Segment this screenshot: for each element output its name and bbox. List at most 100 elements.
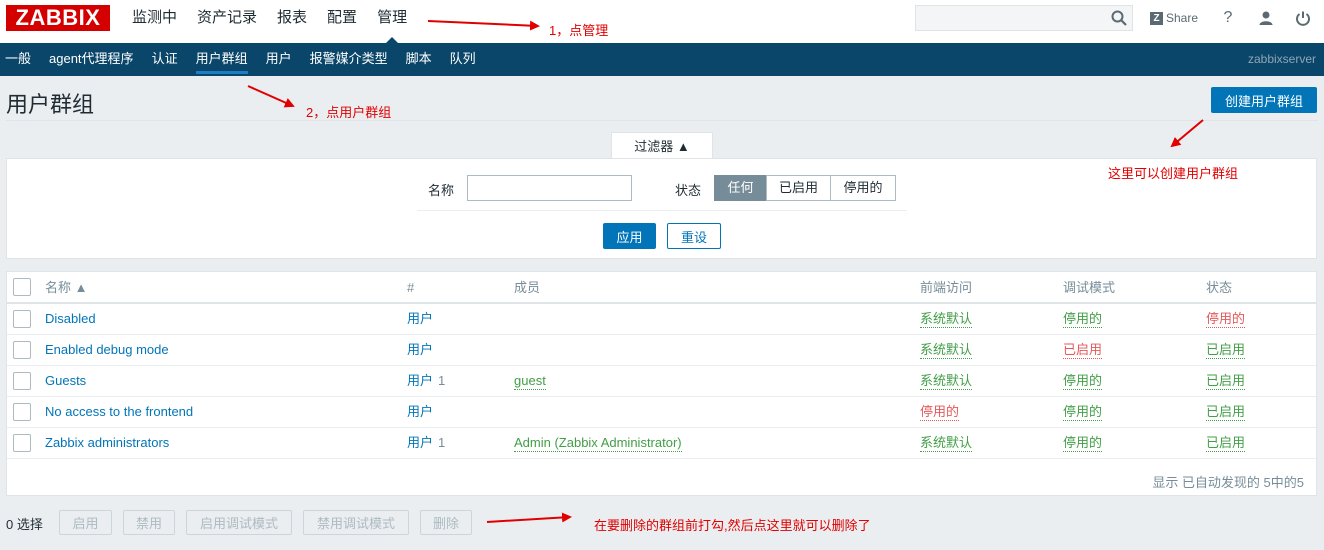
annotation-delete-hint: 在要删除的群组前打勾,然后点这里就可以删除了 (594, 518, 871, 533)
row-checkbox[interactable] (13, 310, 31, 328)
member-link[interactable]: Admin (Zabbix Administrator) (514, 435, 682, 452)
row-checkbox[interactable] (13, 403, 31, 421)
table-row: Zabbix administrators 用户 1 Admin (Zabbix … (7, 428, 1316, 459)
power-icon (1296, 11, 1310, 26)
sub-nav: 一般 agent代理程序 认证 用户群组 用户 报警媒介类型 脚本 队列 zab… (0, 43, 1324, 76)
users-link[interactable]: 用户 (407, 404, 433, 419)
debug-mode-toggle[interactable]: 停用的 (1063, 404, 1103, 421)
frontend-access-toggle[interactable]: 系统默认 (920, 342, 973, 359)
sub-nav-proxies[interactable]: agent代理程序 (42, 43, 145, 76)
sub-nav-authentication[interactable]: 认证 (145, 43, 189, 76)
top-bar: ZABBIX 监测中 资产记录 报表 配置 管理 Z Share ? (0, 0, 1324, 43)
sub-nav-queue[interactable]: 队列 (443, 43, 487, 76)
filter-name-input[interactable] (467, 175, 632, 201)
main-nav-administration[interactable]: 管理 (367, 0, 417, 43)
table-row: No access to the frontend 用户 停用的 停用的 已启用 (7, 397, 1316, 428)
header-members: 成员 (514, 280, 541, 295)
main-nav: 监测中 资产记录 报表 配置 管理 (122, 0, 417, 43)
enable-button[interactable]: 启用 (59, 510, 112, 535)
sub-nav-users[interactable]: 用户 (259, 43, 303, 76)
arrow-create (1170, 119, 1204, 148)
zabbix-share-icon: Z (1150, 11, 1163, 25)
enable-debug-button[interactable]: 启用调试模式 (186, 510, 292, 535)
table-row: Enabled debug mode 用户 系统默认 已启用 已启用 (7, 335, 1316, 366)
users-link[interactable]: 用户 (407, 435, 433, 450)
status-toggle[interactable]: 已启用 (1206, 373, 1246, 390)
delete-button[interactable]: 删除 (420, 510, 472, 535)
main-nav-inventory[interactable]: 资产记录 (187, 0, 267, 38)
group-name-link[interactable]: Enabled debug mode (45, 335, 169, 365)
row-checkbox[interactable] (13, 372, 31, 390)
header-status: 状态 (1206, 280, 1233, 295)
server-name: zabbixserver (1247, 52, 1316, 66)
users-link[interactable]: 用户 (407, 311, 433, 326)
logout-icon[interactable] (1293, 8, 1313, 28)
users-link[interactable]: 用户 (407, 373, 433, 388)
debug-mode-toggle[interactable]: 已启用 (1063, 342, 1103, 359)
user-icon (1259, 11, 1273, 25)
row-checkbox[interactable] (13, 434, 31, 452)
arrow-delete (486, 512, 572, 523)
table-row: Guests 用户 1 guest 系统默认 停用的 已启用 (7, 366, 1316, 397)
create-user-group-button[interactable]: 创建用户群组 (1211, 87, 1317, 113)
main-nav-reports[interactable]: 报表 (267, 0, 317, 38)
disable-button[interactable]: 禁用 (123, 510, 175, 535)
disable-debug-button[interactable]: 禁用调试模式 (303, 510, 409, 535)
filter-status-any[interactable]: 任何 (714, 175, 767, 201)
frontend-access-toggle[interactable]: 系统默认 (920, 311, 973, 328)
search-box (915, 5, 1133, 31)
frontend-access-toggle[interactable]: 系统默认 (920, 435, 973, 452)
page-title: 用户群组 (6, 92, 95, 117)
row-checkbox[interactable] (13, 341, 31, 359)
main-nav-monitoring[interactable]: 监测中 (122, 0, 187, 38)
group-name-link[interactable]: Zabbix administrators (45, 428, 169, 458)
table-header-row: 名称 ▲ # 成员 前端访问 调试模式 状态 (7, 272, 1316, 304)
group-name-link[interactable]: Disabled (45, 304, 96, 334)
zabbix-logo[interactable]: ZABBIX (6, 5, 110, 31)
filter-apply-button[interactable]: 应用 (603, 223, 656, 249)
status-toggle[interactable]: 已启用 (1206, 404, 1246, 421)
frontend-access-toggle[interactable]: 系统默认 (920, 373, 973, 390)
header-debug-mode: 调试模式 (1063, 280, 1116, 295)
filter-divider (417, 210, 907, 211)
sub-nav-user-groups[interactable]: 用户群组 (189, 43, 259, 76)
frontend-access-toggle[interactable]: 停用的 (920, 404, 960, 421)
group-name-link[interactable]: No access to the frontend (45, 397, 193, 427)
share-label: Share (1166, 11, 1199, 25)
user-profile-icon[interactable] (1256, 8, 1276, 28)
filter-name-label: 名称 (428, 183, 455, 198)
annotation-step2: 2，点用户群组 (306, 105, 392, 120)
filter-status-enabled[interactable]: 已启用 (766, 175, 831, 201)
main-nav-configuration[interactable]: 配置 (317, 0, 367, 38)
header-divider (6, 120, 1318, 121)
select-all-checkbox[interactable] (13, 278, 31, 296)
group-name-link[interactable]: Guests (45, 366, 86, 396)
users-link[interactable]: 用户 (407, 342, 433, 357)
share-button[interactable]: Z Share (1150, 8, 1198, 28)
user-count: 1 (438, 373, 446, 388)
search-icon[interactable] (1110, 9, 1128, 27)
header-name-sort[interactable]: 名称 ▲ (45, 272, 87, 303)
selected-count: 0 选择 (6, 517, 43, 532)
filter-tab[interactable]: 过滤器 ▲ (611, 132, 713, 159)
sub-nav-scripts[interactable]: 脚本 (399, 43, 443, 76)
debug-mode-toggle[interactable]: 停用的 (1063, 435, 1103, 452)
sub-nav-general[interactable]: 一般 (0, 43, 42, 76)
search-input[interactable] (916, 6, 1106, 30)
status-toggle[interactable]: 已启用 (1206, 435, 1246, 452)
sub-nav-media-types[interactable]: 报警媒介类型 (303, 43, 399, 76)
user-count: 1 (438, 435, 446, 450)
debug-mode-toggle[interactable]: 停用的 (1063, 311, 1103, 328)
annotation-create-hint: 这里可以创建用户群组 (1108, 166, 1239, 181)
table-footer-count: 显示 已自动发现的 5中的5 (1152, 475, 1304, 490)
filter-reset-button[interactable]: 重设 (667, 223, 721, 249)
header-frontend-access: 前端访问 (920, 280, 973, 295)
filter-status-disabled[interactable]: 停用的 (830, 175, 896, 201)
help-icon[interactable]: ? (1218, 8, 1238, 28)
filter-status-label: 状态 (675, 183, 702, 198)
header-count: # (407, 280, 415, 295)
status-toggle[interactable]: 已启用 (1206, 342, 1246, 359)
member-link[interactable]: guest (514, 373, 546, 390)
status-toggle[interactable]: 停用的 (1206, 311, 1246, 328)
debug-mode-toggle[interactable]: 停用的 (1063, 373, 1103, 390)
